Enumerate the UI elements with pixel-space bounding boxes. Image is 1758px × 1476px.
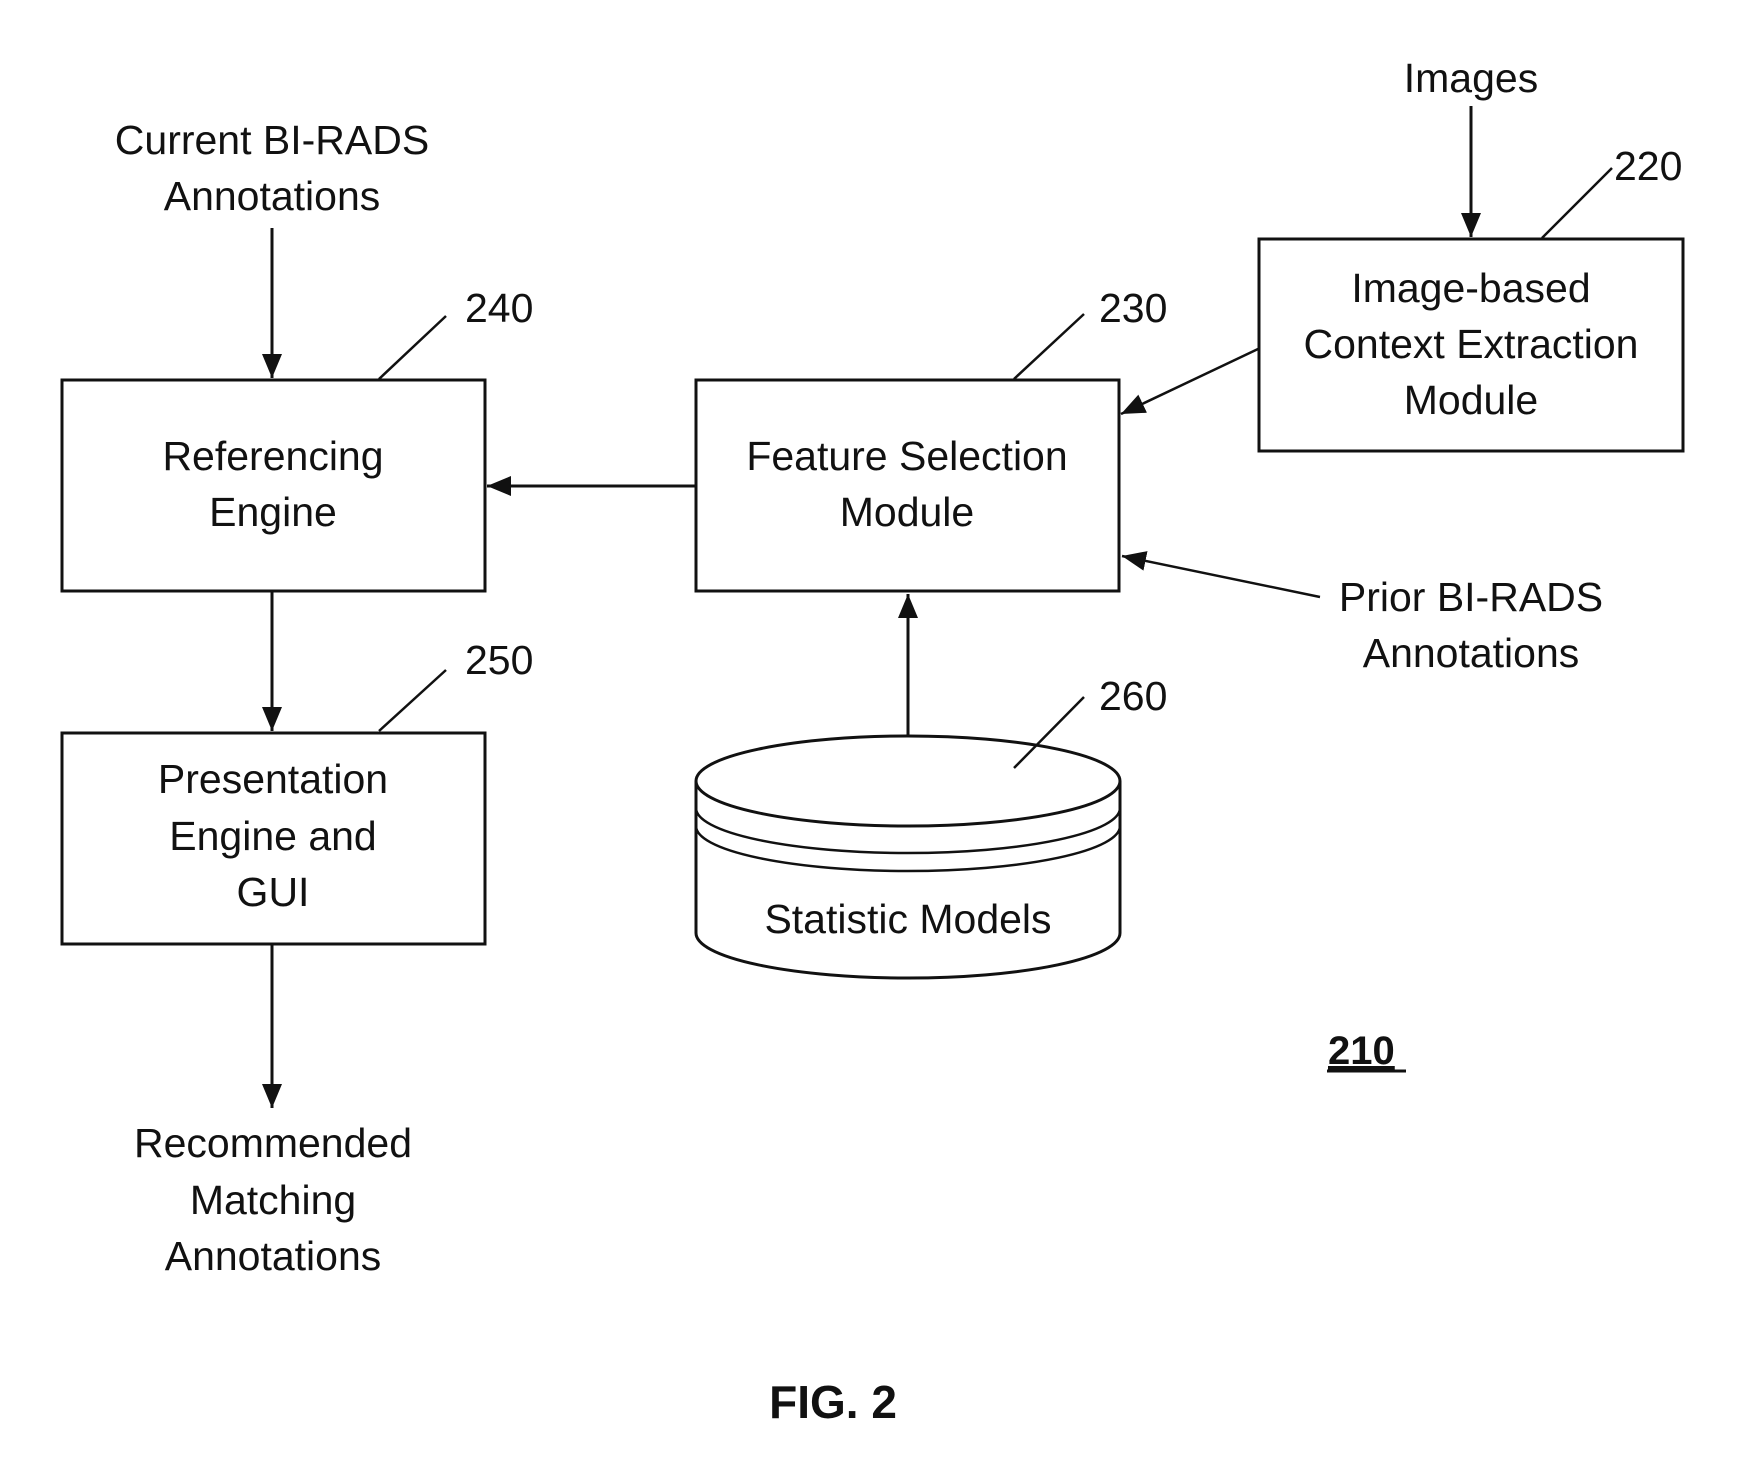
- recommended-output: Recommended Matching Annotations: [134, 1120, 412, 1279]
- figure-label: FIG. 2: [769, 1376, 897, 1428]
- ref-230-leader: [1013, 313, 1085, 380]
- output-line-2: Matching: [190, 1177, 356, 1223]
- arrow-prior-to-feature: [1121, 551, 1321, 599]
- images-input: Images: [1404, 55, 1538, 101]
- context-extraction-line-3: Module: [1404, 377, 1538, 423]
- feature-selection-line-2: Module: [840, 489, 974, 535]
- presentation-engine-block: Presentation Engine and GUI: [60, 731, 487, 946]
- context-extraction-line-1: Image-based: [1351, 265, 1590, 311]
- referencing-engine-line-1: Referencing: [162, 433, 383, 479]
- arrow-extraction-to-feature: [1120, 347, 1259, 416]
- current-birads-input: Current BI-RADS Annotations: [115, 117, 429, 219]
- referencing-engine-line-2: Engine: [209, 489, 337, 535]
- current-birads-line-2: Annotations: [164, 173, 381, 219]
- current-birads-line-1: Current BI-RADS: [115, 117, 429, 163]
- ref-240-leader: [378, 315, 447, 380]
- ref-230-label: 230: [1099, 285, 1167, 331]
- context-extraction-block: Image-based Context Extraction Module: [1257, 237, 1685, 453]
- ref-250-label: 250: [465, 637, 533, 683]
- ref-220-leader: [1541, 167, 1613, 239]
- ref-250-leader: [378, 669, 447, 732]
- referencing-engine-block: Referencing Engine: [60, 378, 487, 593]
- output-line-3: Annotations: [165, 1233, 382, 1279]
- statistic-models-database: Statistic Models: [694, 734, 1122, 980]
- ref-260-label: 260: [1099, 673, 1167, 719]
- feature-selection-block: Feature Selection Module: [694, 378, 1121, 593]
- feature-selection-box: [694, 378, 1121, 593]
- prior-birads-line-2: Annotations: [1363, 630, 1580, 676]
- presentation-engine-line-1: Presentation: [158, 756, 388, 802]
- output-line-1: Recommended: [134, 1120, 412, 1166]
- statistic-models-label: Statistic Models: [764, 896, 1051, 942]
- referencing-engine-box: [60, 378, 487, 593]
- presentation-engine-line-2: Engine and: [169, 813, 376, 859]
- system-ref-label: 210: [1328, 1029, 1395, 1073]
- cylinder-top: [694, 734, 1122, 828]
- block-diagram: Current BI-RADS Annotations Referencing …: [60, 55, 1685, 1428]
- ref-220-label: 220: [1614, 143, 1682, 189]
- prior-birads-input: Prior BI-RADS Annotations: [1339, 574, 1603, 676]
- ref-240-label: 240: [465, 285, 533, 331]
- presentation-engine-line-3: GUI: [237, 869, 310, 915]
- prior-birads-line-1: Prior BI-RADS: [1339, 574, 1603, 620]
- context-extraction-line-2: Context Extraction: [1304, 321, 1639, 367]
- feature-selection-line-1: Feature Selection: [746, 433, 1067, 479]
